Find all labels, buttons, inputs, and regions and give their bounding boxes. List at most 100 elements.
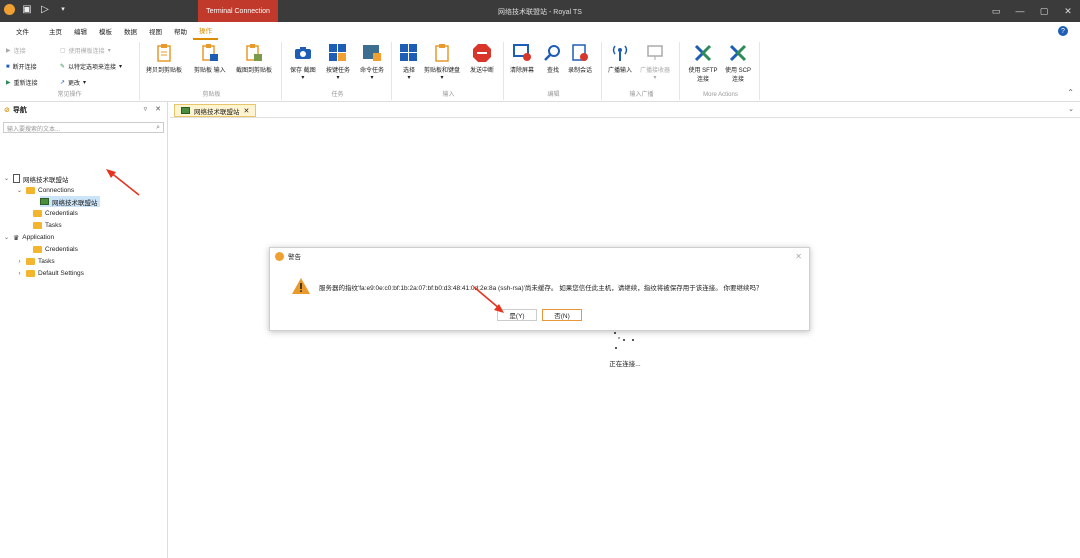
close-panel-icon[interactable]: ✕ [155, 105, 161, 113]
menu-view[interactable]: 视图 [143, 22, 168, 40]
scp-icon [729, 44, 747, 62]
broadcast-input-button[interactable]: 广播输入 [608, 44, 632, 74]
ribbon: ▶ 连接 ▢ 使用模板连接 ▾ ■ 断开连接 ✎ 以特定选项来连接 ▾ ▶ 重新连接 ↗ 更改 ▾… [0, 40, 1080, 102]
template-icon: ▢ [60, 48, 66, 54]
dialog-title-bar: 警告 ✕ [270, 248, 809, 264]
menu-help[interactable]: 帮助 [168, 22, 193, 40]
folder-icon [33, 210, 42, 217]
reconnect-button[interactable]: ▶ 重新连接 [6, 78, 38, 87]
context-tab-label: Terminal Connection [198, 0, 278, 22]
restore-layout-button[interactable]: ▭ [984, 0, 1008, 22]
group-label-input: 输入 [442, 92, 455, 98]
nav-search-input[interactable]: 输入要搜索的文本... ⌕ [3, 122, 164, 133]
sftp-icon [694, 44, 712, 62]
tree-folder-connections[interactable]: ⌄ Connections [16, 185, 74, 196]
sftp-connect-button[interactable]: 使用 SFTP 连接 [686, 44, 720, 83]
paste-input-button[interactable]: 剪贴板 输入 [194, 44, 226, 74]
folder-icon [33, 222, 42, 229]
menu-home[interactable]: 主页 [43, 22, 68, 40]
chevron-down-icon[interactable]: ⌄ [3, 234, 10, 241]
chevron-right-icon[interactable]: › [16, 271, 23, 277]
nav-title: 导航 [12, 107, 27, 114]
ribbon-group-clipboard: 拷贝到剪贴板 剪贴板 输入 截图到剪贴板 剪贴板 [142, 42, 282, 100]
command-task-button[interactable]: 命令任务 ▾ [360, 44, 384, 81]
connect-icon[interactable]: ▷ [39, 3, 51, 15]
play-icon: ▶ [6, 48, 11, 54]
folder-icon [26, 187, 35, 194]
menu-actions[interactable]: 操作 [193, 22, 218, 40]
menu-file[interactable]: 文件 [10, 22, 35, 40]
close-tab-icon[interactable]: ✕ [244, 107, 250, 115]
key-task-button[interactable]: 按键任务 ▾ [326, 44, 350, 81]
clipboard-keyboard-icon [201, 44, 219, 62]
scp-connect-button[interactable]: 使用 SCP 连接 [722, 44, 754, 83]
royal-ts-logo-icon [4, 3, 15, 15]
clear-screen-button[interactable]: 清除屏幕 [510, 44, 534, 74]
tree-application[interactable]: ⌄ ♛ Application [3, 232, 54, 243]
yes-button[interactable]: 是(Y) [497, 309, 537, 321]
select-keys-icon [400, 44, 418, 62]
compass-icon: ⊘ [4, 107, 10, 114]
copy-to-clipboard-button[interactable]: 拷贝到剪贴板 [146, 44, 182, 74]
quick-access-toolbar: ▣ ▷ ▾ [4, 3, 69, 15]
chevron-down-icon[interactable]: ⌄ [3, 175, 10, 182]
change-button[interactable]: ↗ 更改 ▾ [60, 78, 86, 87]
ribbon-group-input: 选择 ▾ 剪贴板和键盘 ▾ 发送中断 输入 [394, 42, 504, 100]
tree-folder-credentials[interactable]: Credentials [23, 208, 78, 219]
customize-icon[interactable]: ▾ [57, 3, 69, 15]
pin-dropdown-icon[interactable]: ▿ [144, 105, 148, 113]
clipboard-icon [433, 44, 451, 62]
close-button[interactable]: ✕ [1056, 0, 1080, 22]
disconnect-button[interactable]: ■ 断开连接 [6, 62, 37, 72]
search-icon [544, 44, 562, 62]
chevron-down-icon[interactable]: ⌄ [16, 187, 23, 194]
dialog-title: 警告 [288, 254, 301, 261]
folder-icon [33, 246, 42, 253]
dialog-close-icon[interactable]: ✕ [795, 252, 802, 261]
group-label-broadcast: 输入广播 [629, 92, 654, 98]
find-button[interactable]: 查找 [544, 44, 562, 74]
navigation-panel: ⊘ 导航 ▿ ✕ 输入要搜索的文本... ⌕ ⌄ 网络技术联盟站 ⌄ Connecti… [0, 102, 168, 558]
warning-icon [292, 278, 310, 294]
menu-edit[interactable]: 编辑 [68, 22, 93, 40]
help-icon[interactable]: ? [1058, 26, 1068, 36]
screenshot-to-clipboard-button[interactable]: 截图到剪贴板 [236, 44, 272, 74]
menu-data[interactable]: 数据 [118, 22, 143, 40]
group-label-common: 常见操作 [57, 92, 82, 98]
tree-folder-tasks[interactable]: Tasks [23, 220, 62, 231]
save-capture-button[interactable]: 保存 截图 ▾ [290, 44, 316, 81]
terminal-icon [181, 107, 190, 114]
tab-connection[interactable]: 网络技术联盟站 ✕ [174, 104, 257, 117]
connect-button[interactable]: ▶ 连接 [6, 46, 26, 55]
connect-options-button[interactable]: ✎ 以特定选项来连接 ▾ [60, 62, 122, 71]
ribbon-group-common: ▶ 连接 ▢ 使用模板连接 ▾ ■ 断开连接 ✎ 以特定选项来连接 ▾ ▶ 重新连接 ↗ 更改 ▾… [0, 42, 140, 100]
save-icon[interactable]: ▣ [21, 3, 33, 15]
collapse-ribbon-icon[interactable]: ⌃ [1067, 88, 1074, 97]
maximize-button[interactable]: ▢ [1032, 0, 1056, 22]
folder-icon [26, 270, 35, 277]
document-icon [13, 174, 20, 183]
record-session-button[interactable]: 录制会话 [568, 44, 592, 74]
ribbon-group-edit: 清除屏幕 查找 录制会话 编辑 [506, 42, 602, 100]
select-button[interactable]: 选择 ▾ [400, 44, 418, 81]
menu-templates[interactable]: 模板 [93, 22, 118, 40]
no-button[interactable]: 否(N) [542, 309, 582, 321]
broadcast-receiver-button[interactable]: 广播接收器 ▾ [640, 44, 670, 81]
tree-default-settings[interactable]: › Default Settings [16, 268, 84, 279]
record-icon [571, 44, 589, 62]
document-tab-bar: 网络技术联盟站 ✕ ⌄ [170, 102, 1080, 118]
group-label-clipboard: 剪贴板 [202, 92, 221, 98]
tab-list-dropdown-icon[interactable]: ⌄ [1068, 105, 1074, 113]
terminal-icon [40, 198, 49, 205]
use-template-button[interactable]: ▢ 使用模板连接 ▾ [60, 46, 111, 55]
minimize-button[interactable]: — [1008, 0, 1032, 22]
send-interrupt-button[interactable]: 发送中断 [470, 44, 494, 74]
tree-root-document[interactable]: ⌄ 网络技术联盟站 [3, 173, 69, 184]
ribbon-group-tasks: 保存 截图 ▾ 按键任务 ▾ 命令任务 ▾ 任务 [284, 42, 392, 100]
clipboard-keyboard-button[interactable]: 剪贴板和键盘 ▾ [424, 44, 460, 81]
options-icon: ✎ [60, 64, 66, 70]
tree-app-credentials[interactable]: Credentials [23, 244, 78, 255]
tree-app-tasks[interactable]: › Tasks [16, 256, 55, 267]
chevron-right-icon[interactable]: › [16, 259, 23, 265]
tree-connection-item[interactable]: 网络技术联盟站 [40, 196, 100, 207]
